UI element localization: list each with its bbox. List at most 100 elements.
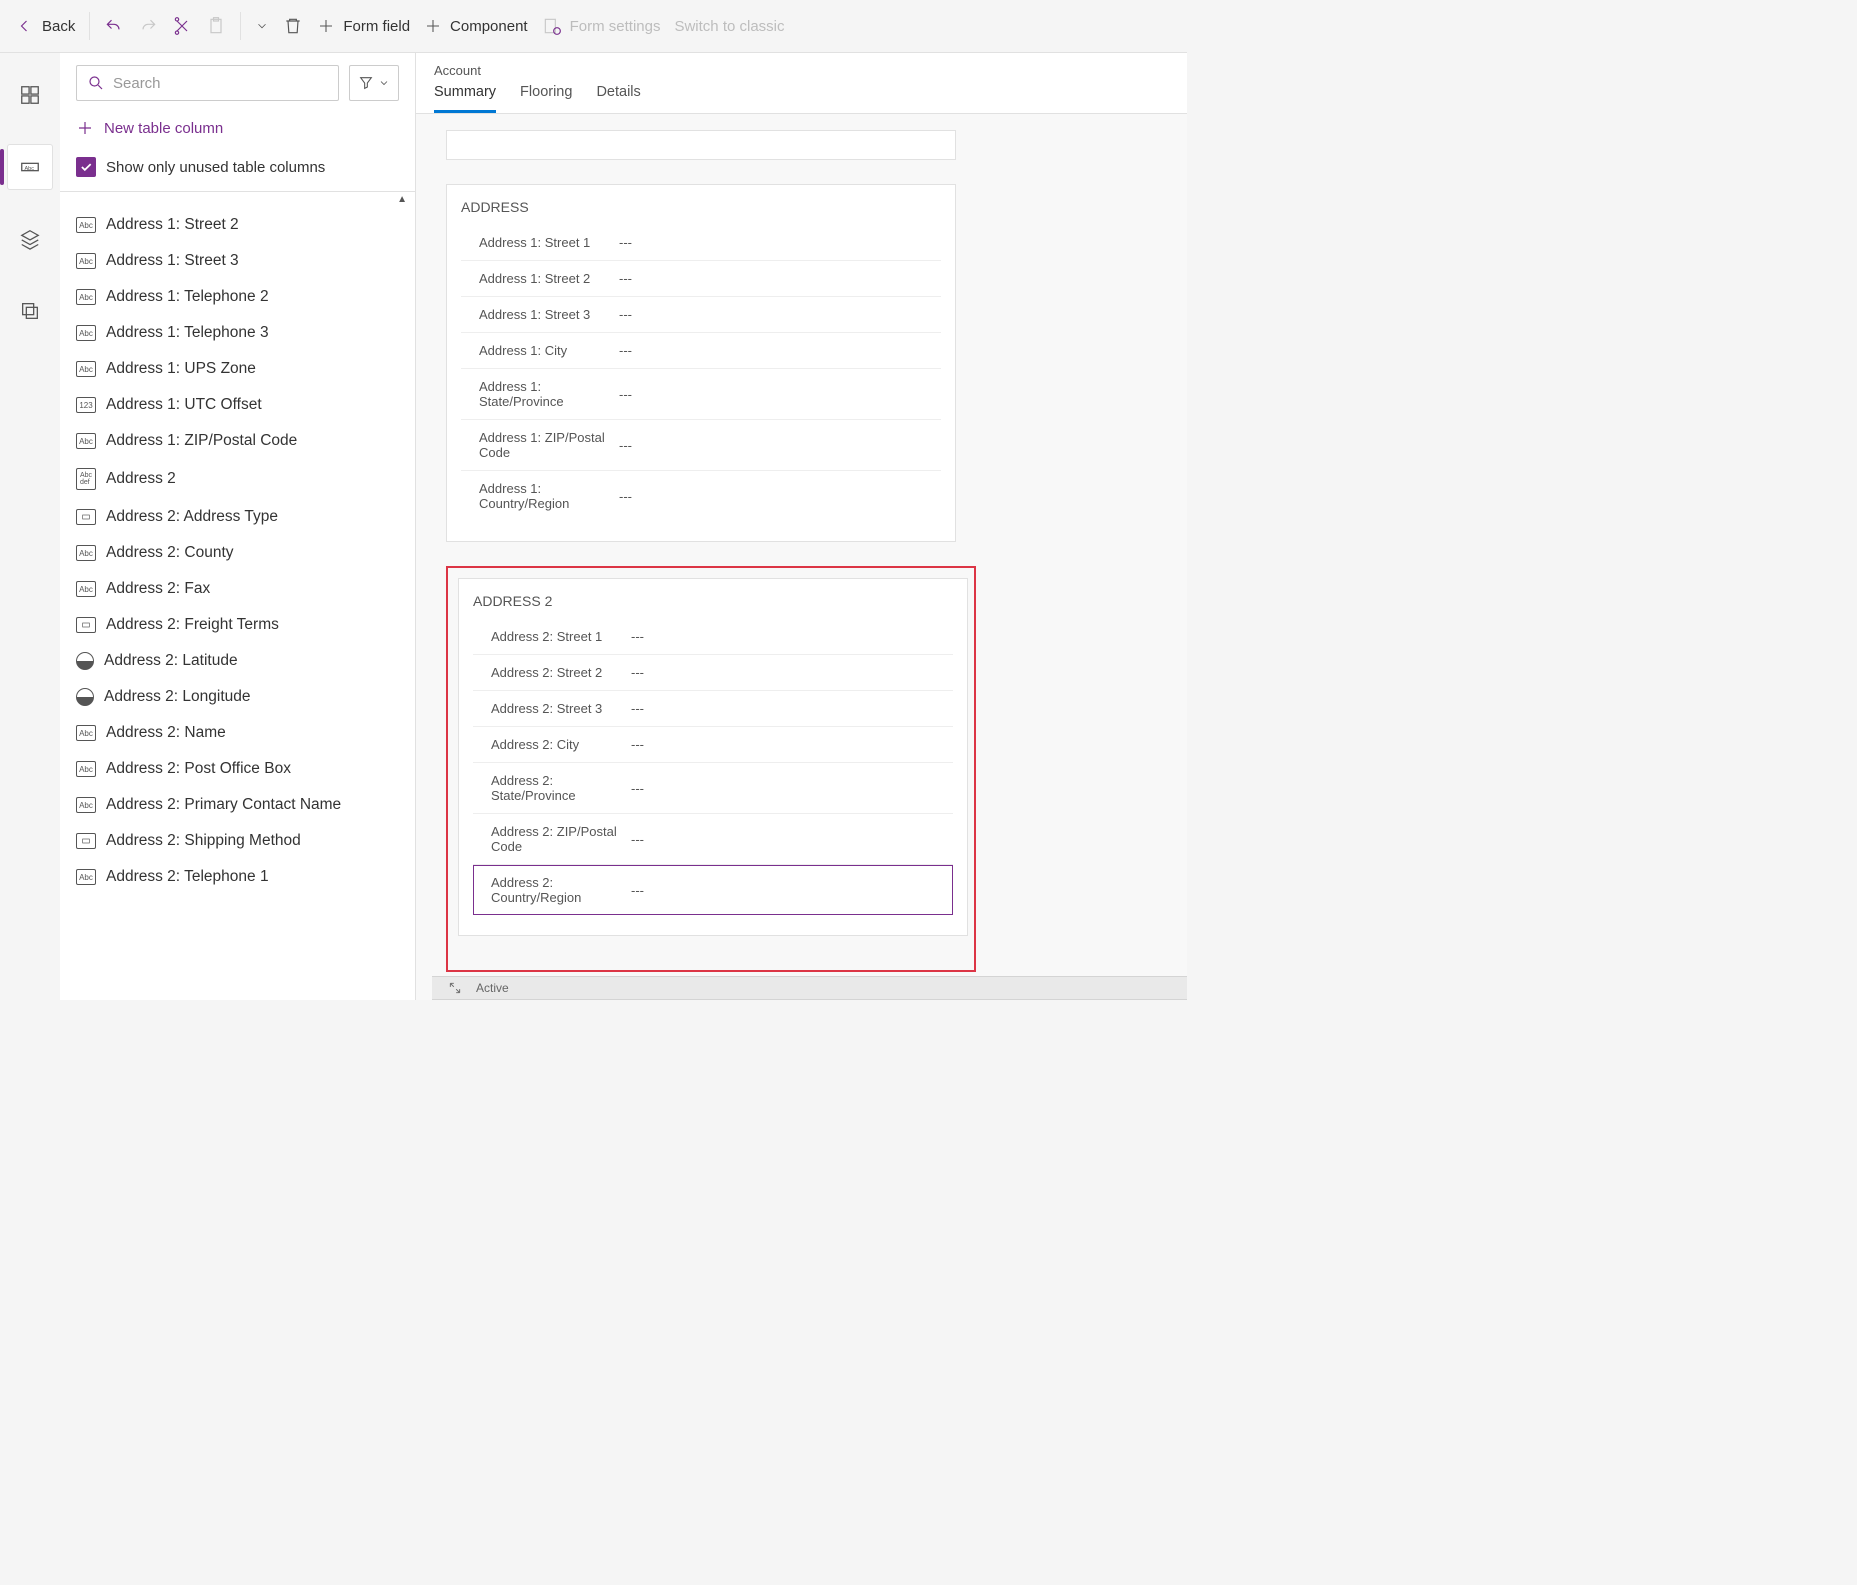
form-settings-icon [542, 16, 562, 36]
plus-icon [424, 17, 442, 35]
columns-tool-button[interactable]: Abc [8, 145, 52, 189]
chevron-down-icon [378, 77, 390, 89]
field-row[interactable]: Address 1: Street 3--- [461, 297, 941, 333]
column-label: Address 2 [106, 470, 176, 488]
column-item[interactable]: AbcAddress 1: Street 3 [60, 243, 415, 279]
column-item[interactable]: Abc Address 2: Fax [60, 571, 415, 607]
section-card[interactable]: ADDRESS 2Address 2: Street 1---Address 2… [458, 578, 968, 936]
type-icon: Abc [76, 433, 96, 449]
form-header: Account SummaryFlooringDetails [416, 53, 1187, 114]
column-list[interactable]: ▲ AbcAddress 1: Street 2AbcAddress 1: St… [60, 192, 415, 1000]
field-label: Address 2: Street 3 [491, 701, 631, 716]
column-item[interactable]: 123Address 1: UTC Offset [60, 387, 415, 423]
field-row[interactable]: Address 2: ZIP/Postal Code--- [473, 814, 953, 865]
divider [89, 12, 90, 40]
field-row[interactable]: Address 2: Country/Region--- [473, 865, 953, 915]
back-button[interactable]: Back [14, 16, 75, 36]
paste-icon [206, 16, 226, 36]
type-icon [76, 509, 96, 525]
expand-icon[interactable] [448, 981, 462, 995]
tab-summary[interactable]: Summary [434, 84, 496, 113]
column-label: Address 1: Street 3 [106, 252, 239, 270]
column-label: Address 2: Telephone 1 [106, 868, 269, 886]
column-item[interactable]: AbcAddress 2: Name [60, 715, 415, 751]
column-item[interactable]: Address 2: Shipping Method [60, 823, 415, 859]
field-row[interactable]: Address 2: Street 2--- [473, 655, 953, 691]
column-label: Address 2: Name [106, 724, 226, 742]
cut-button[interactable] [172, 16, 192, 36]
column-label: Address 2: Shipping Method [106, 832, 301, 850]
field-value: --- [619, 235, 632, 250]
new-table-column-button[interactable]: New table column [60, 109, 415, 147]
switch-classic-button[interactable]: Switch to classic [674, 18, 784, 35]
column-label: Address 1: UPS Zone [106, 360, 256, 378]
field-row[interactable]: Address 2: Street 1--- [473, 619, 953, 655]
undo-button[interactable] [104, 16, 124, 36]
column-item[interactable]: Address 2: Latitude [60, 643, 415, 679]
cut-icon [172, 16, 192, 36]
column-item[interactable]: AbcAddress 1: Telephone 2 [60, 279, 415, 315]
tab-details[interactable]: Details [596, 84, 640, 113]
field-row[interactable]: Address 2: Street 3--- [473, 691, 953, 727]
column-item[interactable]: AbcAddress 1: ZIP/Postal Code [60, 423, 415, 459]
toolbar: Back Form field Component Form settings … [0, 0, 1187, 53]
paste-button[interactable] [206, 16, 226, 36]
field-row[interactable]: Address 1: City--- [461, 333, 941, 369]
field-label: Address 1: City [479, 343, 619, 358]
search-icon [87, 74, 105, 92]
show-unused-checkbox[interactable]: Show only unused table columns [60, 147, 415, 192]
field-row[interactable]: Address 1: State/Province--- [461, 369, 941, 420]
type-icon [76, 617, 96, 633]
section-card[interactable]: ADDRESSAddress 1: Street 1---Address 1: … [446, 184, 956, 542]
checkbox-checked-icon [76, 157, 96, 177]
field-row[interactable]: Address 1: ZIP/Postal Code--- [461, 420, 941, 471]
field-label: Address 2: Street 1 [491, 629, 631, 644]
field-value: --- [619, 343, 632, 358]
column-item[interactable]: AbcAddress 1: Street 2 [60, 207, 415, 243]
field-row[interactable]: Address 1: Street 1--- [461, 225, 941, 261]
column-label: Address 2: Fax [106, 580, 210, 598]
add-form-field-button[interactable]: Form field [317, 17, 410, 35]
column-item[interactable]: Abc Address 1: UPS Zone [60, 351, 415, 387]
field-label: Address 1: ZIP/Postal Code [479, 430, 619, 460]
tool-sidebar: Abc [0, 53, 60, 1000]
field-label: Address 1: State/Province [479, 379, 619, 409]
add-component-button[interactable]: Component [424, 17, 528, 35]
column-label: Address 2: Latitude [104, 652, 238, 670]
filter-button[interactable] [349, 65, 399, 101]
search-field[interactable] [113, 75, 328, 92]
column-item[interactable]: AbcAddress 1: Telephone 3 [60, 315, 415, 351]
search-input[interactable] [76, 65, 339, 101]
section-card[interactable] [446, 130, 956, 160]
column-item[interactable]: AbcdefAddress 2 [60, 459, 415, 499]
field-row[interactable]: Address 2: City--- [473, 727, 953, 763]
field-row[interactable]: Address 1: Country/Region--- [461, 471, 941, 521]
column-item[interactable]: AbcAddress 2: Telephone 1 [60, 859, 415, 895]
type-icon: Abc [76, 581, 96, 597]
canvas-body[interactable]: ADDRESSAddress 1: Street 1---Address 1: … [416, 114, 1187, 1000]
column-item[interactable]: Address 2: Longitude [60, 679, 415, 715]
field-label: Address 2: City [491, 737, 631, 752]
scroll-up-arrow[interactable]: ▲ [60, 192, 415, 207]
column-label: Address 2: Freight Terms [106, 616, 279, 634]
redo-button[interactable] [138, 16, 158, 36]
components-tool-button[interactable] [8, 73, 52, 117]
tab-flooring[interactable]: Flooring [520, 84, 572, 113]
layers-tool-button[interactable] [8, 217, 52, 261]
delete-button[interactable] [283, 16, 303, 36]
column-item[interactable]: AbcAddress 2: County [60, 535, 415, 571]
field-label: Address 2: ZIP/Postal Code [491, 824, 631, 854]
column-item[interactable]: AbcAddress 2: Primary Contact Name [60, 787, 415, 823]
dropdown-caret-button[interactable] [255, 19, 269, 33]
field-label: Address 1: Street 2 [479, 271, 619, 286]
column-item[interactable]: Address 2: Address Type [60, 499, 415, 535]
trash-icon [283, 16, 303, 36]
tree-tool-button[interactable] [8, 289, 52, 333]
field-row[interactable]: Address 2: State/Province--- [473, 763, 953, 814]
type-icon: Abc [76, 361, 96, 377]
field-row[interactable]: Address 1: Street 2--- [461, 261, 941, 297]
form-settings-button[interactable]: Form settings [542, 16, 661, 36]
column-item[interactable]: Address 2: Freight Terms [60, 607, 415, 643]
column-item[interactable]: AbcAddress 2: Post Office Box [60, 751, 415, 787]
layers-icon [19, 228, 41, 250]
